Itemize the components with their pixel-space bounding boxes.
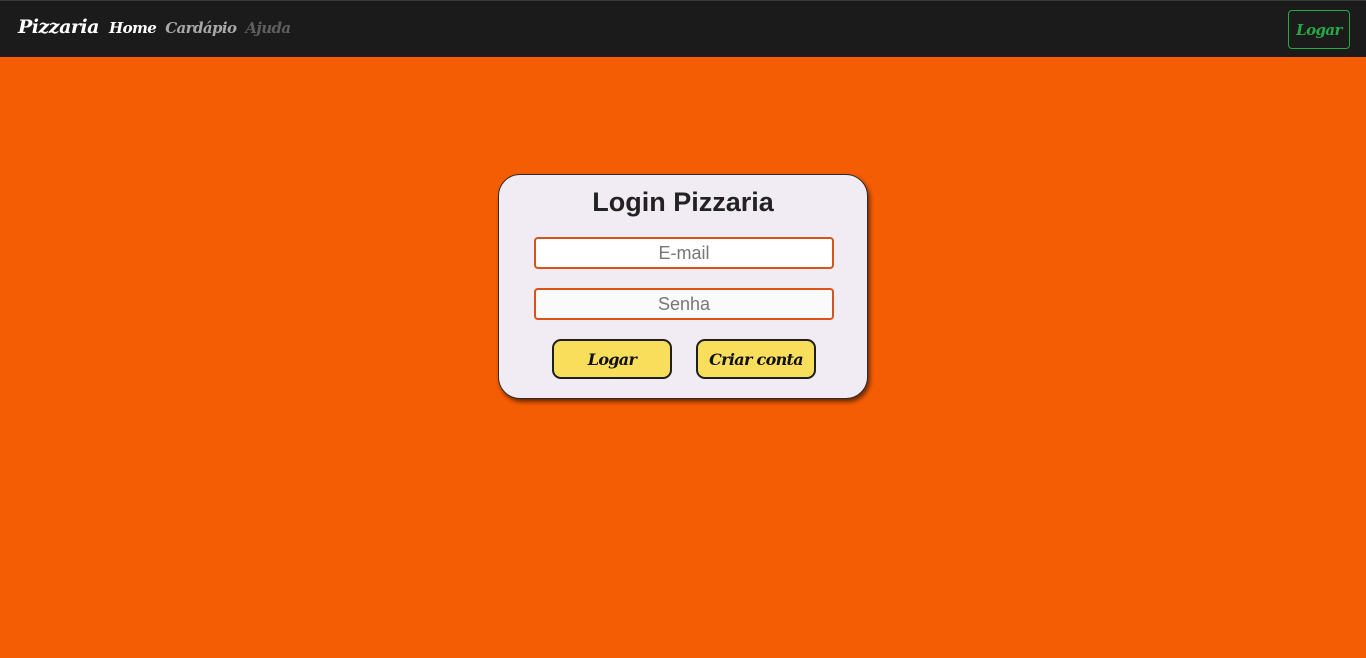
create-account-button[interactable]: Criar conta [696,339,816,379]
password-input[interactable] [534,288,834,320]
login-button[interactable]: Logar [552,339,672,379]
nav-link-cardapio[interactable]: Cardápio [165,19,237,37]
email-input[interactable] [534,237,834,269]
nav-link-ajuda: Ajuda [245,19,291,37]
nav-link-home[interactable]: Home [109,19,157,37]
top-navbar: Pizzaria Home Cardápio Ajuda Logar [0,0,1366,57]
nav-links: Home Cardápio Ajuda [109,19,291,37]
brand-logo[interactable]: Pizzaria [18,16,99,38]
navbar-login-button[interactable]: Logar [1288,10,1350,49]
login-card: Login Pizzaria Logar Criar conta [498,174,868,399]
login-title: Login Pizzaria [592,187,774,217]
